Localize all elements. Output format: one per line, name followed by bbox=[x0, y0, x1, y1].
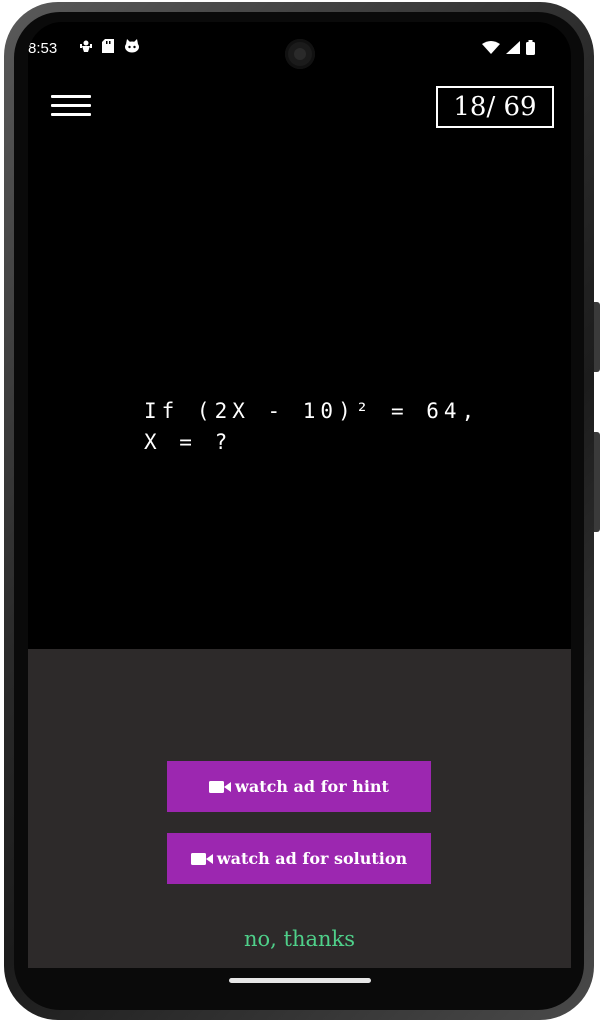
cat-face-icon bbox=[125, 39, 139, 53]
signal-icon bbox=[506, 41, 520, 54]
status-icons-right bbox=[482, 40, 535, 55]
home-indicator[interactable] bbox=[229, 978, 371, 983]
video-camera-icon bbox=[190, 852, 213, 865]
battery-icon bbox=[526, 40, 535, 55]
hint-button-label: watch ad for hint bbox=[235, 777, 389, 796]
screen: 8:53 18/ 69 If (2X - 10)² = 64, X = ? wa… bbox=[28, 22, 571, 968]
help-panel: watch ad for hint watch ad for solution … bbox=[28, 649, 571, 968]
question-counter: 18/ 69 bbox=[436, 86, 554, 128]
front-camera bbox=[285, 39, 315, 69]
usb-debug-icon bbox=[80, 40, 92, 52]
wifi-icon bbox=[482, 41, 500, 54]
status-bar: 8:53 bbox=[28, 22, 571, 78]
solution-button-label: watch ad for solution bbox=[216, 849, 408, 868]
watch-ad-hint-button[interactable]: watch ad for hint bbox=[167, 761, 431, 812]
watch-ad-solution-button[interactable]: watch ad for solution bbox=[167, 833, 431, 884]
volume-button bbox=[594, 432, 600, 532]
power-button bbox=[594, 302, 600, 372]
video-camera-icon bbox=[209, 780, 232, 793]
hamburger-menu-icon[interactable] bbox=[51, 95, 91, 121]
question-text: If (2X - 10)² = 64, X = ? bbox=[144, 399, 480, 454]
status-icons-left bbox=[80, 39, 140, 53]
no-thanks-link[interactable]: no, thanks bbox=[28, 927, 571, 951]
status-time: 8:53 bbox=[28, 40, 58, 57]
sd-card-icon bbox=[102, 39, 114, 53]
